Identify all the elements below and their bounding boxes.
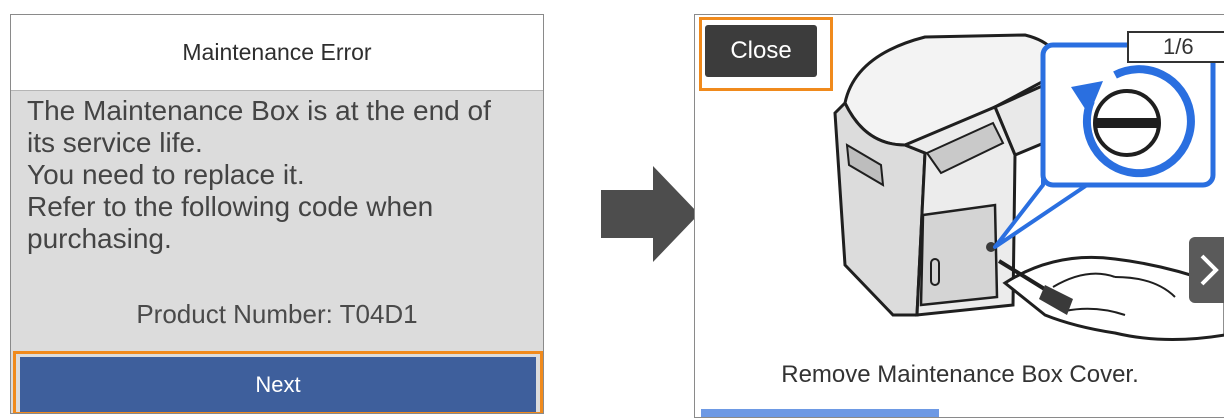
chevron-right-icon	[1200, 254, 1219, 286]
step-progress-bar	[701, 409, 1219, 417]
right-arrow-icon	[601, 166, 699, 262]
error-message: The Maintenance Box is at the end of its…	[27, 95, 539, 255]
maintenance-error-screen: Maintenance Error The Maintenance Box is…	[10, 14, 544, 414]
next-button-highlight: Next	[13, 351, 543, 413]
message-line: You need to replace it.	[27, 159, 305, 190]
step-caption: Remove Maintenance Box Cover.	[781, 361, 1139, 388]
message-line: The Maintenance Box is at the end of	[27, 95, 491, 126]
message-line: Refer to the following code when	[27, 191, 434, 222]
next-button[interactable]: Next	[20, 357, 536, 412]
message-line: its service life.	[27, 127, 203, 158]
step-progress-fill	[701, 409, 940, 417]
next-step-button[interactable]	[1189, 237, 1224, 303]
screen-title: Maintenance Error	[11, 15, 543, 91]
page-indicator: 1/6	[1127, 31, 1224, 63]
message-line: purchasing.	[27, 223, 172, 254]
product-number: Product Number: T04D1	[136, 299, 418, 329]
close-button[interactable]: Close	[705, 25, 817, 77]
maintenance-guide-screen: Close 1/6 Remove Maintenance Box Cover.	[694, 14, 1224, 418]
